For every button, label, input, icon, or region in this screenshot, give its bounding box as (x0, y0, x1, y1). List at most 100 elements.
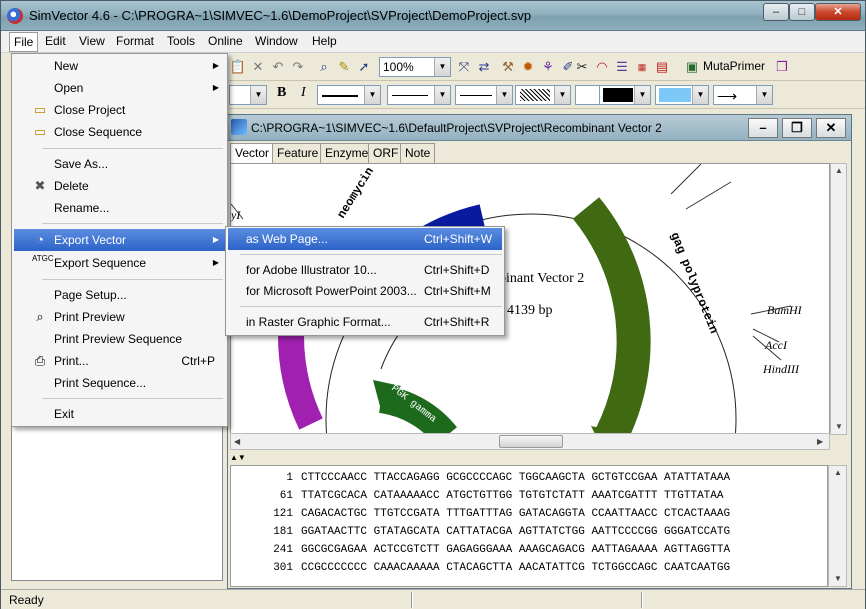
tab-note[interactable]: Note (400, 143, 436, 163)
pointer-icon[interactable]: ➚ (355, 58, 373, 76)
chevron-down-icon[interactable]: ▼ (250, 86, 266, 104)
arrow-style-select[interactable]: ⟶ ▼ (713, 85, 773, 105)
line-dash-select[interactable]: ▼ (455, 85, 513, 105)
fill-color-select[interactable]: ▼ (655, 85, 709, 105)
chevron-down-icon[interactable]: ▼ (434, 58, 450, 76)
chevron-down-icon[interactable]: ▼ (434, 86, 450, 104)
menu-edit[interactable]: Edit (45, 34, 66, 48)
submenu-item-powerpoint[interactable]: for Microsoft PowerPoint 2003... Ctrl+Shi… (228, 280, 502, 302)
child-restore-button[interactable]: ❐ (782, 118, 812, 138)
line-width-select[interactable]: ▼ (387, 85, 451, 105)
map-scroll-thumb[interactable] (499, 435, 563, 448)
zoom-select[interactable]: 100% ▼ (379, 57, 451, 77)
site-bamhi[interactable]: BamHI (767, 303, 803, 317)
menu-view[interactable]: View (79, 34, 105, 48)
font-size-select[interactable]: ▼ (229, 85, 267, 105)
pane-splitter[interactable]: ▲▼ (228, 453, 851, 465)
minimize-button[interactable]: – (763, 3, 789, 21)
translate-icon[interactable]: ▤ (653, 58, 671, 76)
circle-icon[interactable]: ◠ (593, 58, 611, 76)
enzyme-icon[interactable]: ✹ (519, 58, 537, 76)
tools-icon[interactable]: ⚒ (499, 58, 517, 76)
redo-icon[interactable]: ↷ (289, 58, 307, 76)
undo-icon[interactable]: ↶ (269, 58, 287, 76)
cut-icon[interactable]: ✕ (249, 58, 267, 76)
tab-enzyme[interactable]: Enzyme (320, 143, 374, 163)
menu-item-save-as[interactable]: Save As... (14, 153, 225, 175)
submenu-item-web-page[interactable]: as Web Page... Ctrl+Shift+W (228, 228, 502, 250)
book-icon[interactable]: ❐ (773, 58, 791, 76)
tab-vector[interactable]: Vector (230, 143, 275, 163)
mutaprimer-icon[interactable]: ▣ (683, 58, 701, 76)
app-icon[interactable] (7, 8, 23, 24)
submenu-item-illustrator[interactable]: for Adobe Illustrator 10... Ctrl+Shift+D (228, 259, 502, 281)
feature-magenta-arc[interactable] (277, 333, 323, 430)
menu-format[interactable]: Format (116, 34, 154, 48)
menu-online[interactable]: Online (208, 34, 243, 48)
site-left-cut[interactable]: yI (231, 208, 241, 222)
scroll-down-icon[interactable]: ▼ (834, 574, 842, 583)
mutaprimer-button[interactable]: MutaPrimer (703, 59, 765, 73)
tab-orf[interactable]: ORF (368, 143, 404, 163)
find-icon[interactable]: ⌕ (315, 58, 333, 76)
scroll-up-icon[interactable]: ▲ (835, 166, 843, 175)
menu-tools[interactable]: Tools (167, 34, 195, 48)
map-horizontal-scrollbar[interactable]: ◀ ▶ (230, 433, 830, 450)
menu-item-new[interactable]: New ▶ (14, 55, 225, 77)
chevron-down-icon[interactable]: ▼ (496, 86, 512, 104)
menu-item-exit[interactable]: Exit (14, 403, 225, 425)
vector-window-titlebar[interactable]: C:\PROGRA~1\SIMVEC~1.6\DefaultProject\SV… (228, 115, 851, 141)
menu-item-print-preview-sequence[interactable]: Print Preview Sequence (14, 328, 225, 350)
scroll-up-icon[interactable]: ▲ (834, 468, 842, 477)
chevron-down-icon[interactable]: ▼ (756, 86, 772, 104)
title-bar[interactable]: SimVector 4.6 - C:\PROGRA~1\SIMVEC~1.6\D… (1, 1, 865, 31)
atg-icon[interactable]: ▦ (633, 58, 651, 76)
align-icon[interactable]: ⇄ (475, 58, 493, 76)
italic-button[interactable]: I (301, 85, 306, 101)
feature-gag-arc[interactable] (572, 197, 651, 435)
maximize-button[interactable]: □ (789, 3, 815, 21)
menu-item-open[interactable]: Open ▶ (14, 77, 225, 99)
site-acci[interactable]: AccI (764, 338, 788, 352)
site-hindiii[interactable]: HindIII (762, 362, 800, 376)
close-button[interactable]: ✕ (815, 3, 861, 21)
bold-button[interactable]: B (277, 85, 286, 101)
tab-feature[interactable]: Feature (272, 143, 324, 163)
menu-item-rename[interactable]: Rename... (14, 197, 225, 219)
primer-icon[interactable]: ⚘ (539, 58, 557, 76)
menu-item-export-vector[interactable]: ◔ Export Vector ▶ (14, 229, 225, 251)
menu-item-print-sequence[interactable]: Print Sequence... (14, 372, 225, 394)
ladder-icon[interactable]: ☰ (613, 58, 631, 76)
line-style-select[interactable]: ▼ (317, 85, 381, 105)
paste-icon[interactable]: 📋 (229, 58, 247, 76)
menu-item-print[interactable]: ⎙ Print... Ctrl+P (14, 350, 225, 372)
chevron-down-icon[interactable]: ▼ (554, 86, 570, 104)
menu-item-page-setup[interactable]: Page Setup... (14, 284, 225, 306)
menu-item-close-sequence[interactable]: ▭ Close Sequence (14, 121, 225, 143)
fill-pattern-select[interactable]: ▼ (515, 85, 571, 105)
note-icon[interactable]: ✎ (335, 58, 353, 76)
project-tree-panel[interactable] (11, 421, 223, 581)
menu-item-delete[interactable]: ✖ Delete (14, 175, 225, 197)
menu-item-print-preview[interactable]: ⌕ Print Preview (14, 306, 225, 328)
scroll-down-icon[interactable]: ▼ (835, 422, 843, 431)
sequence-scrollbar[interactable]: ▲ ▼ (828, 465, 847, 587)
chevron-down-icon[interactable]: ▼ (634, 86, 650, 104)
menu-file[interactable]: File (9, 32, 39, 52)
scroll-left-icon[interactable]: ◀ (234, 437, 240, 446)
scroll-right-icon[interactable]: ▶ (817, 437, 823, 446)
scissors-icon[interactable]: ✂ (573, 58, 591, 76)
map-vertical-scrollbar[interactable]: ▲ ▼ (830, 163, 847, 435)
submenu-item-raster[interactable]: in Raster Graphic Format... Ctrl+Shift+R (228, 311, 502, 333)
menu-item-export-sequence[interactable]: ATGC Export Sequence ▶ (14, 252, 225, 274)
line-color-select[interactable]: ▼ (599, 85, 651, 105)
fit-icon[interactable]: ⤧ (455, 58, 473, 76)
chevron-down-icon[interactable]: ▼ (692, 86, 708, 104)
sequence-view[interactable]: 1 CTTCCCAACC TTACCAGAGG GCGCCCCAGC TGGCAA… (230, 465, 828, 587)
chevron-down-icon[interactable]: ▼ (364, 86, 380, 104)
child-close-button[interactable]: ✕ (816, 118, 846, 138)
menu-window[interactable]: Window (255, 34, 298, 48)
menu-help[interactable]: Help (312, 34, 337, 48)
menu-item-close-project[interactable]: ▭ Close Project (14, 99, 225, 121)
child-minimize-button[interactable]: – (748, 118, 778, 138)
